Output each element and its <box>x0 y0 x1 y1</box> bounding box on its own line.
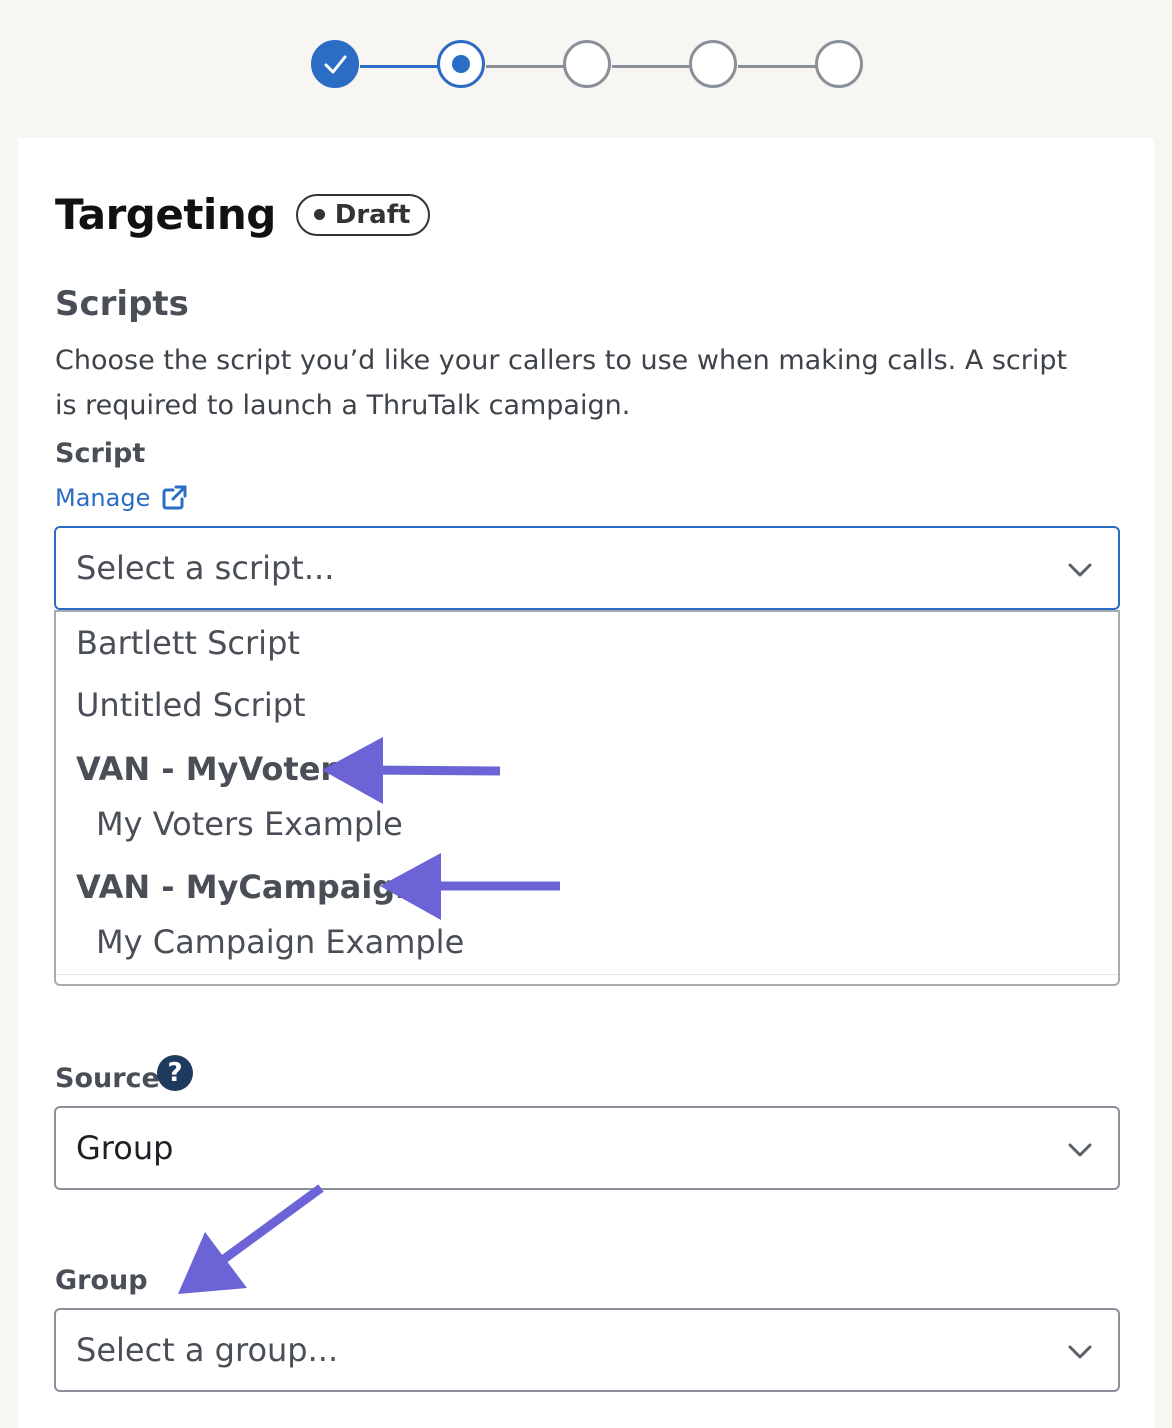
dropdown-divider <box>56 974 1118 975</box>
status-dot-icon <box>313 209 325 220</box>
status-badge-label: Draft <box>334 199 411 230</box>
targeting-card: Targeting Draft Scripts Choose the scrip… <box>18 138 1154 1428</box>
scripts-description: Choose the script you’d like your caller… <box>55 345 1068 421</box>
title-row: Targeting Draft <box>55 190 431 239</box>
manage-scripts-link[interactable]: Manage <box>55 484 188 512</box>
dropdown-option-untitled-script[interactable]: Untitled Script <box>76 686 306 724</box>
script-field-label: Script <box>55 438 146 469</box>
stepper-connector <box>486 65 566 68</box>
step-4[interactable] <box>689 40 737 88</box>
source-field-label: Source <box>55 1063 160 1094</box>
chevron-down-icon <box>1068 563 1092 577</box>
dropdown-option-bartlett-script[interactable]: Bartlett Script <box>76 624 300 662</box>
dropdown-group-van-mycampaign: VAN - MyCampaign <box>76 868 418 906</box>
page-title: Targeting <box>55 190 276 239</box>
step-2-current[interactable] <box>437 40 485 88</box>
manage-link-label: Manage <box>55 484 151 512</box>
scripts-heading: Scripts <box>55 284 189 324</box>
step-5[interactable] <box>815 40 863 88</box>
group-select-placeholder: Select a group... <box>76 1331 339 1369</box>
chevron-down-icon <box>1068 1345 1092 1359</box>
dropdown-option-my-voters-example[interactable]: My Voters Example <box>96 805 403 843</box>
script-select[interactable]: Select a script... <box>54 526 1120 610</box>
step-3[interactable] <box>563 40 611 88</box>
dropdown-group-van-myvoters: VAN - MyVoters <box>76 750 356 788</box>
source-select[interactable]: Group <box>54 1106 1120 1190</box>
group-select[interactable]: Select a group... <box>54 1308 1120 1392</box>
stepper-connector <box>360 65 440 68</box>
help-icon[interactable]: ? <box>157 1055 193 1091</box>
chevron-down-icon <box>1068 1143 1092 1157</box>
stepper-connector <box>738 65 818 68</box>
source-select-value: Group <box>76 1129 174 1167</box>
current-step-dot-icon <box>452 55 470 73</box>
step-1-completed[interactable] <box>311 40 359 88</box>
script-dropdown-menu: Bartlett Script Untitled Script VAN - My… <box>54 610 1120 986</box>
stepper-connector <box>612 65 692 68</box>
dropdown-option-my-campaign-example[interactable]: My Campaign Example <box>96 923 464 961</box>
progress-stepper <box>0 0 1172 130</box>
status-badge: Draft <box>295 193 431 236</box>
external-link-icon <box>162 485 187 510</box>
script-select-placeholder: Select a script... <box>76 549 335 587</box>
group-field-label: Group <box>55 1265 148 1296</box>
checkmark-icon <box>324 55 347 74</box>
